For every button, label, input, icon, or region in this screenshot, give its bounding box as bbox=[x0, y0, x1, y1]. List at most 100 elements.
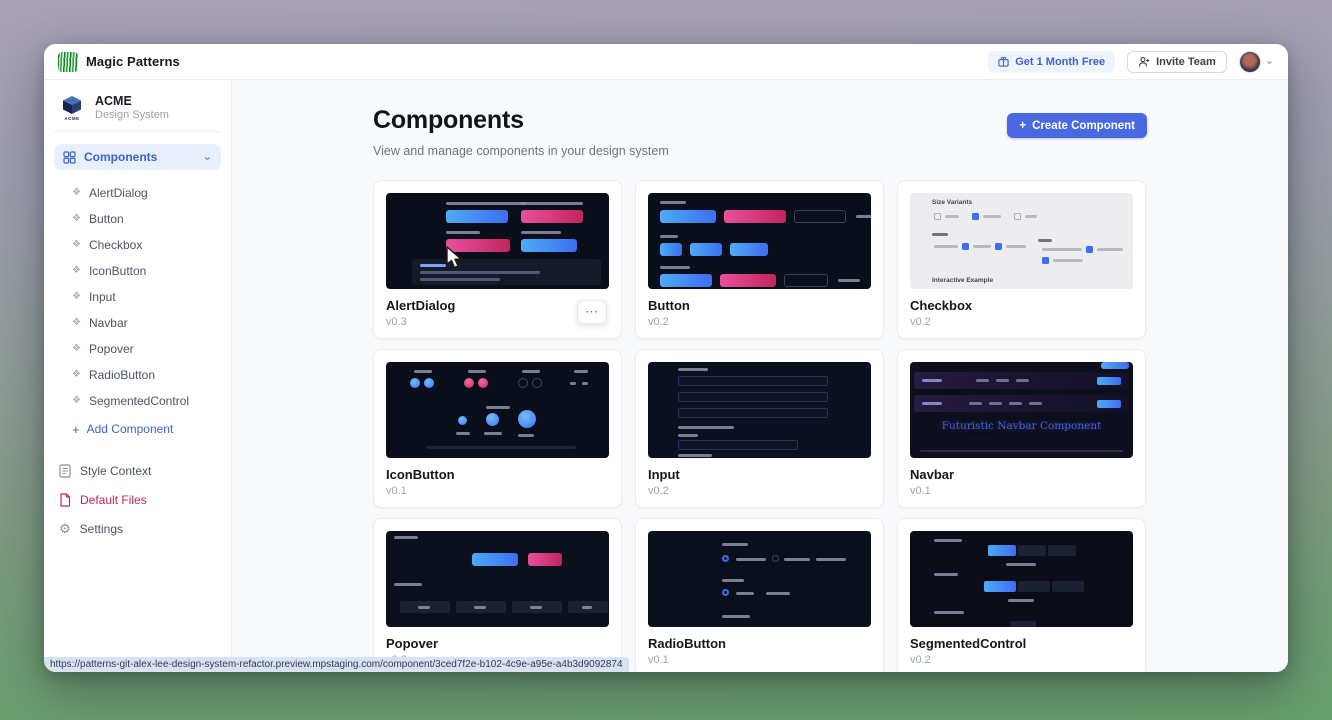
decor-line bbox=[816, 558, 846, 561]
promo-label: Get 1 Month Free bbox=[1015, 56, 1105, 68]
sidebar-item-label: IconButton bbox=[89, 264, 146, 278]
component-thumbnail[interactable] bbox=[648, 193, 871, 289]
component-card-iconbutton[interactable]: IconButton v0.1 bbox=[373, 349, 622, 508]
decor-line bbox=[474, 606, 486, 609]
account-menu[interactable]: ⌄ bbox=[1239, 51, 1274, 73]
plus-icon: + bbox=[1019, 120, 1026, 132]
decor-line bbox=[394, 536, 418, 539]
sidebar-item-default-files[interactable]: Default Files bbox=[54, 485, 221, 514]
component-card-input[interactable]: Input v0.2 bbox=[635, 349, 884, 508]
decor-line bbox=[678, 426, 734, 429]
sidebar-item-radiobutton[interactable]: ❖RadioButton bbox=[72, 362, 221, 388]
component-thumbnail[interactable] bbox=[910, 531, 1133, 627]
acme-logo-icon: ACME bbox=[58, 95, 86, 121]
sidebar-item-style-context[interactable]: Style Context bbox=[54, 456, 221, 485]
component-name: Navbar bbox=[910, 467, 1133, 482]
preview-radio bbox=[772, 555, 779, 562]
sidebar-item-checkbox[interactable]: ❖Checkbox bbox=[72, 232, 221, 258]
component-card-popover[interactable]: Popover v0.2 bbox=[373, 518, 622, 672]
decor-line bbox=[983, 215, 1001, 218]
gear-icon: ⚙ bbox=[59, 522, 71, 535]
sidebar-item-components[interactable]: Components ⌄ bbox=[54, 144, 221, 170]
component-thumbnail[interactable] bbox=[386, 362, 609, 458]
preview-button bbox=[472, 553, 518, 566]
component-version: v0.2 bbox=[648, 316, 871, 328]
org-switcher[interactable]: ACME ACME Design System bbox=[54, 90, 221, 132]
decor-line bbox=[766, 592, 790, 595]
invite-team-button[interactable]: Invite Team bbox=[1127, 51, 1227, 73]
decor-line bbox=[414, 370, 432, 373]
decor-line bbox=[521, 202, 583, 205]
decor-line bbox=[418, 606, 430, 609]
acme-logo-text: ACME bbox=[64, 116, 79, 121]
status-url: https://patterns-git-alex-lee-design-sys… bbox=[50, 659, 623, 670]
decor-line bbox=[856, 215, 871, 218]
preview-checkbox bbox=[1086, 246, 1093, 253]
decor-line bbox=[922, 379, 942, 382]
sidebar-item-label: Button bbox=[89, 212, 124, 226]
preview-button bbox=[660, 210, 716, 223]
add-component-button[interactable]: + Add Component bbox=[54, 416, 221, 442]
sidebar-item-input[interactable]: ❖Input bbox=[72, 284, 221, 310]
component-version: v0.3 bbox=[386, 316, 609, 328]
plus-icon: + bbox=[72, 423, 80, 436]
decor-line bbox=[660, 201, 686, 204]
component-name: IconButton bbox=[386, 467, 609, 482]
thumb-label: Size Variants bbox=[932, 199, 972, 206]
sidebar-item-segmentedcontrol[interactable]: ❖SegmentedControl bbox=[72, 388, 221, 414]
component-card-alertdialog[interactable]: AlertDialog v0.3 ⋯ bbox=[373, 180, 622, 339]
preview-button bbox=[521, 239, 577, 252]
component-version: v0.2 bbox=[910, 654, 1133, 666]
create-component-button[interactable]: + Create Component bbox=[1007, 113, 1147, 138]
preview-button bbox=[724, 210, 786, 223]
decor-line bbox=[420, 264, 446, 267]
preview-icon-button bbox=[478, 378, 488, 388]
org-name: ACME bbox=[95, 94, 169, 108]
brand: Magic Patterns bbox=[58, 52, 180, 72]
component-thumbnail[interactable] bbox=[648, 362, 871, 458]
sidebar-item-popover[interactable]: ❖Popover bbox=[72, 336, 221, 362]
decor-line bbox=[1025, 215, 1037, 218]
component-thumbnail[interactable] bbox=[386, 193, 609, 289]
component-thumbnail[interactable]: Futuristic Navbar Component bbox=[910, 362, 1133, 458]
component-card-checkbox[interactable]: Size Variants bbox=[897, 180, 1146, 339]
component-version: v0.1 bbox=[648, 654, 871, 666]
sidebar-item-label: Navbar bbox=[89, 316, 128, 330]
component-card-radiobutton[interactable]: RadioButton v0.1 bbox=[635, 518, 884, 672]
preview-button bbox=[730, 243, 768, 256]
component-thumbnail[interactable]: Size Variants bbox=[910, 193, 1133, 289]
sidebar-item-label: Settings bbox=[80, 522, 123, 536]
decor-line bbox=[722, 543, 748, 546]
component-thumbnail[interactable] bbox=[648, 531, 871, 627]
preview-button bbox=[528, 553, 562, 566]
component-card-segmentedcontrol[interactable]: SegmentedControl v0.2 bbox=[897, 518, 1146, 672]
preview-button bbox=[690, 243, 722, 256]
sidebar-item-iconbutton[interactable]: ❖IconButton bbox=[72, 258, 221, 284]
preview-input bbox=[678, 392, 828, 402]
component-thumbnail[interactable] bbox=[386, 531, 609, 627]
sidebar: ACME ACME Design System Components ⌄ ❖Al… bbox=[44, 80, 232, 672]
sidebar-item-label: SegmentedControl bbox=[89, 394, 189, 408]
component-card-navbar[interactable]: Futuristic Navbar Component Navbar v0.1 bbox=[897, 349, 1146, 508]
preview-checkbox bbox=[934, 213, 941, 220]
decor-line bbox=[920, 450, 1123, 452]
preview-icon-button bbox=[486, 413, 499, 426]
sidebar-item-navbar[interactable]: ❖ Navbar bbox=[72, 310, 221, 336]
sidebar-item-alertdialog[interactable]: ❖AlertDialog bbox=[72, 180, 221, 206]
preview-navbar bbox=[914, 395, 1129, 412]
sidebar-item-settings[interactable]: ⚙ Settings bbox=[54, 514, 221, 543]
component-icon: ❖ bbox=[72, 214, 81, 224]
component-name: AlertDialog bbox=[386, 298, 609, 313]
get-month-free-button[interactable]: Get 1 Month Free bbox=[988, 51, 1115, 73]
sidebar-item-button[interactable]: ❖ Button bbox=[72, 206, 221, 232]
status-bar: https://patterns-git-alex-lee-design-sys… bbox=[44, 657, 629, 672]
decor-line bbox=[582, 606, 592, 609]
component-card-button[interactable]: Button v0.2 bbox=[635, 180, 884, 339]
decor-line bbox=[574, 370, 588, 373]
decor-line bbox=[973, 245, 991, 248]
component-icon: ❖ bbox=[72, 318, 81, 328]
preview-button bbox=[446, 239, 510, 252]
card-menu-button[interactable]: ⋯ bbox=[577, 300, 607, 324]
preview-icon-button bbox=[464, 378, 474, 388]
decor-line bbox=[1008, 599, 1034, 602]
